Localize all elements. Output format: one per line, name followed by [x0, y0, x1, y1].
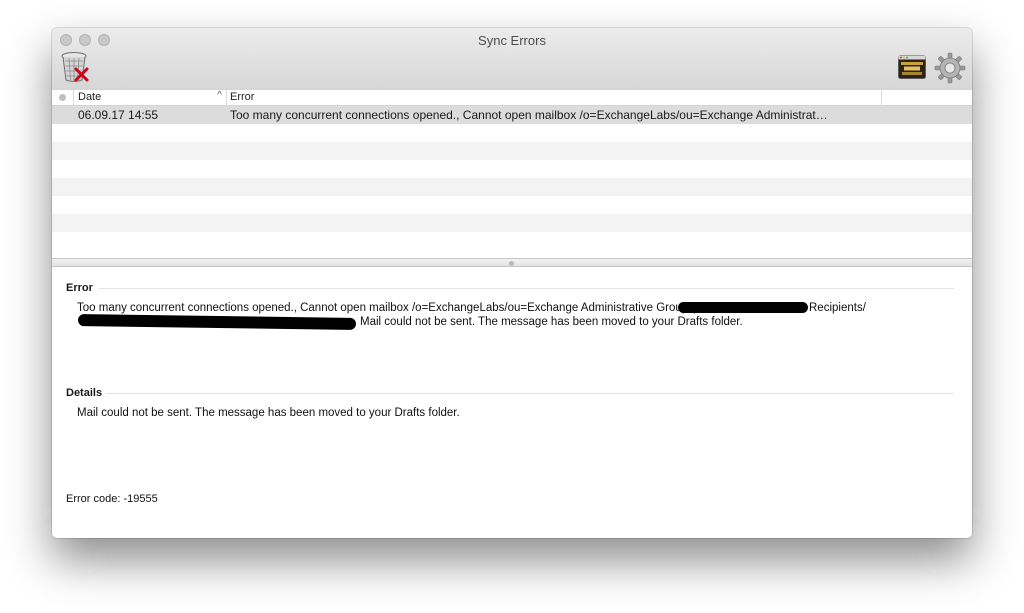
trash-icon[interactable] — [60, 51, 90, 83]
row-error: Too many concurrent connections opened.,… — [230, 108, 828, 122]
table-row[interactable]: 06.09.17 14:55 Too many concurrent conne… — [52, 106, 972, 124]
empty-row — [52, 232, 972, 250]
error-text-line1-part2: Recipients/ — [809, 302, 866, 314]
empty-row — [52, 178, 972, 196]
table-header: Date ^ Error — [52, 90, 972, 106]
error-code: Error code: -19555 — [66, 493, 158, 505]
details-section-divider — [106, 393, 954, 394]
error-text-line2: Mail could not be sent. The message has … — [360, 316, 743, 328]
column-header-error-label: Error — [230, 91, 255, 103]
column-header-date-label: Date — [78, 91, 102, 103]
redaction-mark — [77, 314, 357, 330]
sync-errors-table: Date ^ Error 06.09.17 14:55 Too many con… — [52, 90, 972, 258]
details-text: Mail could not be sent. The message has … — [77, 407, 460, 419]
error-text-line1-part1: Too many concurrent connections opened.,… — [77, 302, 696, 314]
row-date: 06.09.17 14:55 — [78, 108, 159, 122]
status-dot-icon — [59, 94, 66, 101]
split-view-divider[interactable] — [52, 258, 972, 267]
details-section-heading: Details — [66, 387, 103, 399]
divider-grip-icon — [509, 261, 514, 266]
error-section-heading: Error — [66, 282, 93, 294]
error-detail-pane: Error Too many concurrent connections op… — [52, 267, 972, 538]
window-title: Sync Errors — [478, 33, 546, 48]
gear-icon[interactable] — [934, 52, 966, 84]
empty-row — [52, 160, 972, 178]
table-rows: 06.09.17 14:55 Too many concurrent conne… — [52, 106, 972, 250]
empty-row — [52, 214, 972, 232]
error-section-divider — [99, 288, 954, 289]
title-bar: Sync Errors — [52, 28, 972, 91]
redaction-mark — [678, 302, 808, 313]
empty-row — [52, 124, 972, 142]
column-header-date[interactable]: Date ^ — [74, 90, 227, 105]
app-thumbnail-icon[interactable] — [898, 55, 926, 79]
empty-row — [52, 196, 972, 214]
sync-errors-window: Sync Errors Date ^ Error 06.09.17 14:55 … — [52, 28, 972, 538]
column-header-error[interactable]: Error — [227, 90, 882, 105]
sort-ascending-icon: ^ — [217, 90, 222, 101]
empty-row — [52, 142, 972, 160]
column-header-status[interactable] — [52, 90, 74, 105]
